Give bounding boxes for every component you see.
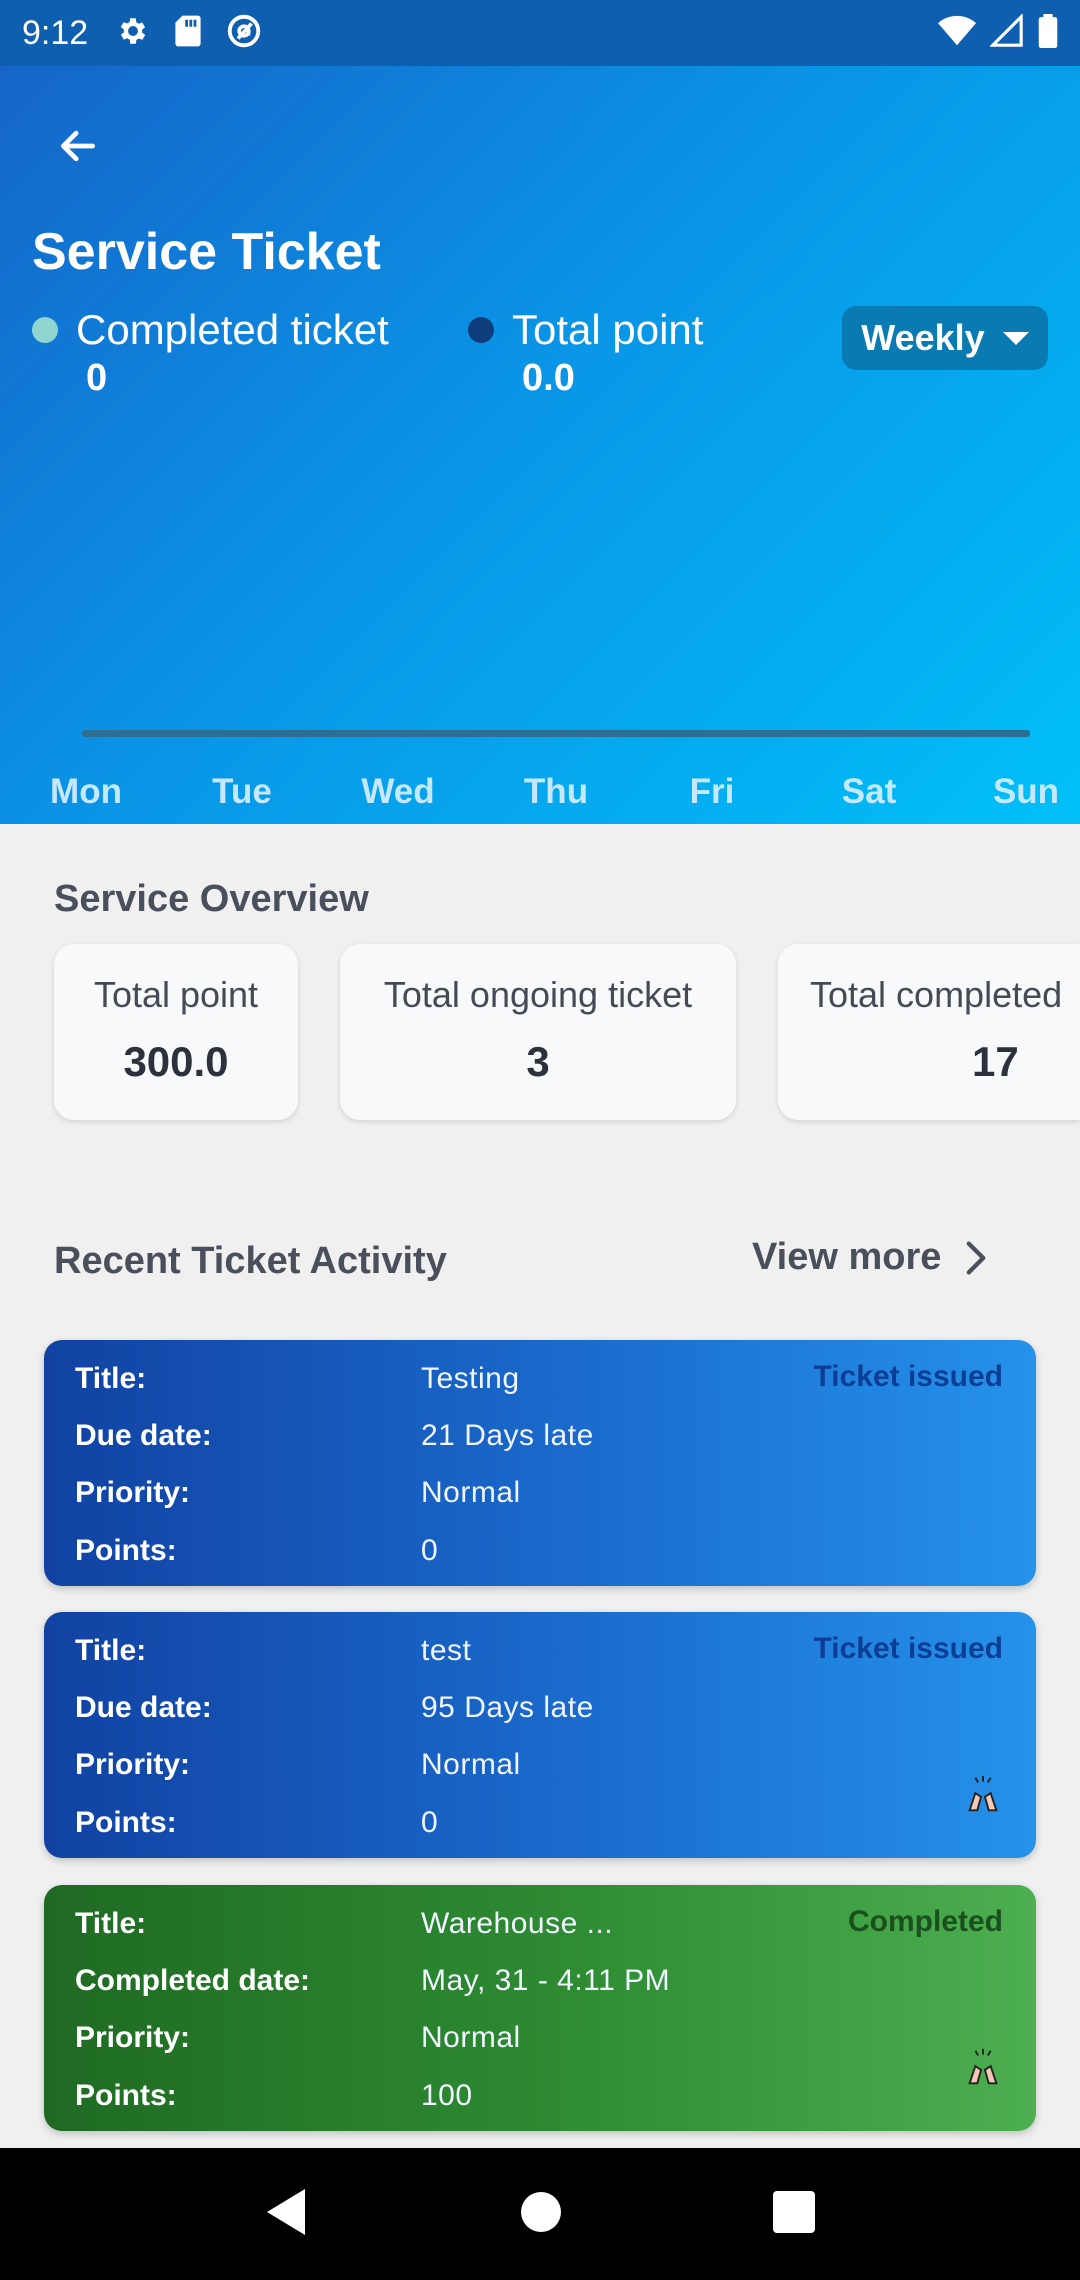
row-value: 100 [421, 2079, 473, 2112]
ticket-row-title: Title: Warehouse ... [75, 1907, 613, 1941]
overview-card-ongoing[interactable]: Total ongoing ticket 3 [340, 944, 736, 1120]
header-panel: Service Ticket Completed ticket 0 Total … [0, 66, 1080, 824]
ticket-row-completed-date: Completed date: May, 31 - 4:11 PM [75, 1964, 670, 1998]
row-key: Points: [75, 1806, 177, 1839]
overview-card-completed[interactable]: Total completed 17 [778, 944, 1080, 1120]
ticket-status: Completed [847, 1905, 1003, 1938]
ticket-status: Ticket issued [813, 1632, 1003, 1665]
legend-completed-ticket: Completed ticket [32, 306, 389, 354]
completed-ticket-value: 0 [86, 357, 108, 399]
total-point-value: 0.0 [522, 357, 575, 399]
day-label: Tue [212, 772, 272, 811]
ticket-row-due: Due date: 95 Days late [75, 1691, 594, 1725]
row-key: Completed date: [75, 1964, 311, 1997]
row-value: Normal [421, 2021, 521, 2054]
row-key: Priority: [75, 1748, 191, 1781]
circle-home-icon [521, 2191, 561, 2232]
legend-dot-total-point [468, 317, 494, 343]
nav-back-button[interactable] [265, 2187, 309, 2242]
status-time: 9:12 [22, 13, 89, 52]
row-value: 0 [421, 1534, 439, 1567]
chevron-right-icon [967, 1240, 986, 1275]
row-value: Warehouse ... [421, 1907, 614, 1940]
nav-recents-button[interactable] [773, 2190, 815, 2238]
ticket-row-title: Title: Testing [75, 1362, 520, 1396]
ticket-row-priority: Priority: Normal [75, 2021, 521, 2055]
row-value: Testing [421, 1362, 520, 1395]
overview-card-value: 17 [972, 1038, 1019, 1085]
page-title: Service Ticket [32, 223, 381, 281]
service-overview-title: Service Overview [54, 878, 369, 920]
row-value: test [421, 1634, 472, 1667]
day-label: Mon [50, 772, 122, 811]
row-key: Title: [75, 1634, 147, 1667]
back-button[interactable] [48, 116, 108, 176]
legend-label: Completed ticket [76, 306, 389, 353]
back-arrow-icon [60, 130, 96, 162]
overview-card-label: Total ongoing ticket [383, 974, 693, 1015]
row-value: May, 31 - 4:11 PM [421, 1964, 671, 1997]
system-nav-bar [0, 2148, 1080, 2280]
wifi-icon [938, 15, 976, 52]
square-recents-icon [773, 2190, 815, 2233]
settings-gear-icon [116, 14, 150, 53]
status-bar: 9:12 [0, 0, 1080, 66]
view-more-label: View more [752, 1236, 942, 1278]
row-value: Normal [421, 1476, 521, 1509]
row-key: Points: [75, 1534, 177, 1567]
nav-home-button[interactable] [519, 2190, 563, 2239]
chart-x-axis [82, 730, 1030, 737]
day-label: Thu [523, 772, 589, 811]
row-key: Title: [75, 1362, 147, 1395]
day-label: Sat [841, 772, 897, 811]
recent-activity-title: Recent Ticket Activity [54, 1240, 447, 1282]
ticket-card[interactable]: Ticket issued Title: Testing Due date: 21 … [44, 1340, 1036, 1586]
ticket-card[interactable]: Ticket issued Title: test Due date: 95 Day… [44, 1612, 1036, 1858]
sd-card-icon [174, 14, 202, 53]
overview-card-value: 3 [526, 1038, 550, 1085]
period-dropdown[interactable]: Weekly [842, 306, 1048, 370]
overview-card-label: Total point [93, 974, 259, 1015]
ticket-row-due: Due date: 21 Days late [75, 1419, 594, 1453]
ticket-row-priority: Priority: Normal [75, 1476, 521, 1510]
weekly-chart [0, 446, 1080, 826]
row-key: Priority: [75, 2021, 191, 2054]
legend-dot-completed [32, 317, 58, 343]
overview-card-label: Total completed [810, 974, 1063, 1015]
legend-label: Total point [512, 306, 704, 353]
cell-signal-icon [989, 12, 1024, 53]
row-key: Priority: [75, 1476, 191, 1509]
ticket-row-points: Points: 0 [75, 1534, 438, 1568]
row-value: Normal [421, 1748, 521, 1781]
day-label: Wed [361, 772, 435, 811]
view-more-link[interactable]: View more [752, 1236, 987, 1279]
at-sign-icon [226, 13, 262, 54]
overview-card-total-point[interactable]: Total point 300.0 [54, 944, 298, 1120]
ticket-row-title: Title: test [75, 1634, 471, 1668]
legend-total-point: Total point [468, 306, 703, 354]
row-key: Due date: [75, 1691, 212, 1724]
ticket-row-points: Points: 100 [75, 2079, 473, 2113]
row-value: 0 [421, 1806, 439, 1839]
row-key: Title: [75, 1907, 147, 1940]
day-label: Fri [689, 772, 735, 811]
high-five-hands-icon [968, 1775, 998, 1812]
caret-down-icon [1002, 332, 1029, 345]
row-value: 95 Days late [421, 1691, 594, 1724]
overview-card-value: 300.0 [123, 1038, 229, 1085]
ticket-card[interactable]: Completed Title: Warehouse ... Completed … [44, 1885, 1036, 2131]
triangle-back-icon [267, 2188, 305, 2235]
period-selected: Weekly [861, 317, 985, 358]
row-key: Due date: [75, 1419, 212, 1452]
high-five-hands-icon [968, 2048, 998, 2085]
row-key: Points: [75, 2079, 177, 2112]
ticket-row-points: Points: 0 [75, 1806, 438, 1840]
row-value: 21 Days late [421, 1419, 594, 1452]
ticket-status: Ticket issued [813, 1360, 1003, 1393]
ticket-row-priority: Priority: Normal [75, 1748, 521, 1782]
day-label: Sun [992, 772, 1060, 811]
battery-icon [1038, 13, 1058, 53]
